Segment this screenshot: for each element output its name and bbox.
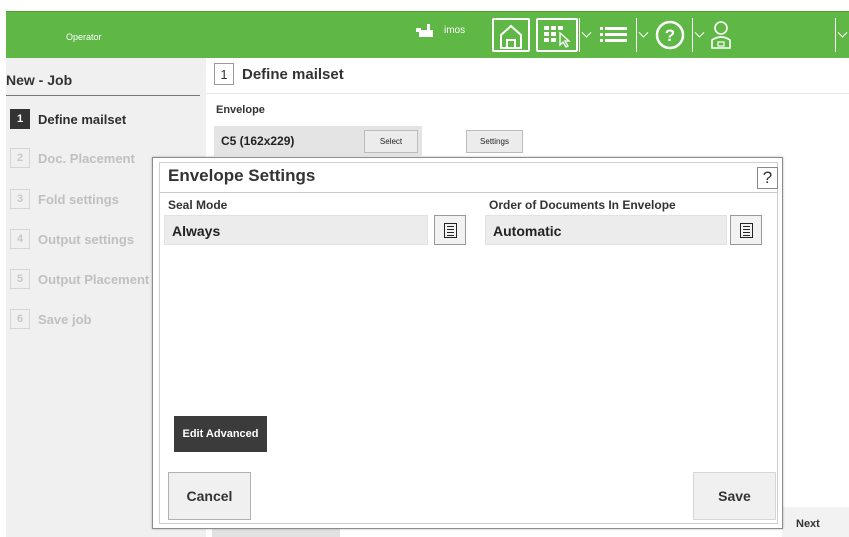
dialog-title: Envelope Settings bbox=[168, 166, 316, 185]
sidebar-step-fold-settings[interactable]: 3 Fold settings bbox=[10, 184, 119, 214]
sidebar-title-text: New - Job bbox=[6, 72, 73, 88]
seal-mode-value: Always bbox=[172, 223, 221, 239]
sidebar-title: New - Job bbox=[6, 72, 200, 96]
order-value: Automatic bbox=[493, 223, 562, 239]
page-title: 1 Define mailset bbox=[214, 63, 344, 85]
step-label: Save job bbox=[38, 311, 92, 327]
divider bbox=[206, 93, 849, 94]
order-label: Order of Documents In Envelope bbox=[489, 198, 676, 212]
envelope-settings-dialog: Envelope Settings ? Seal Mode Always Ord… bbox=[152, 157, 783, 529]
apps-icon bbox=[544, 26, 571, 48]
envelope-settings-button[interactable]: Settings bbox=[466, 130, 523, 153]
edit-advanced-button[interactable]: Edit Advanced bbox=[174, 416, 267, 452]
step-label: Fold settings bbox=[38, 191, 119, 207]
step-label: Define mailset bbox=[38, 111, 127, 127]
seal-mode-list-button[interactable] bbox=[434, 215, 466, 245]
help-button[interactable]: ? bbox=[757, 167, 778, 189]
home-icon bbox=[500, 24, 522, 49]
envelope-value: C5 (162x229) bbox=[221, 134, 295, 148]
save-button[interactable]: Save bbox=[693, 472, 776, 520]
apps-dropdown-button[interactable] bbox=[579, 18, 593, 52]
svg-text:?: ? bbox=[665, 26, 675, 45]
cancel-button[interactable]: Cancel bbox=[168, 472, 251, 520]
page-title-text: Define mailset bbox=[242, 65, 344, 83]
mailbox-icon bbox=[416, 24, 433, 37]
dialog-divider bbox=[160, 192, 777, 193]
seal-mode-label: Seal Mode bbox=[168, 198, 228, 212]
step-number: 1 bbox=[10, 109, 30, 129]
seal-mode-field[interactable]: Always bbox=[164, 215, 428, 245]
step-number: 3 bbox=[10, 189, 30, 209]
list-icon bbox=[739, 222, 753, 238]
bottom-nav-strip bbox=[212, 528, 340, 537]
site-indicator: imos bbox=[416, 22, 465, 38]
step-label: Output Placement bbox=[38, 271, 150, 287]
help-button[interactable]: ? bbox=[652, 18, 688, 52]
list-button[interactable] bbox=[596, 18, 632, 52]
list-icon bbox=[443, 222, 457, 238]
order-field[interactable]: Automatic bbox=[485, 215, 727, 245]
order-list-button[interactable] bbox=[730, 215, 762, 245]
sidebar-step-define-mailset[interactable]: 1 Define mailset bbox=[10, 104, 126, 134]
step-number: 4 bbox=[10, 229, 30, 249]
sidebar-step-doc-placement[interactable]: 2 Doc. Placement bbox=[10, 143, 135, 173]
operator-dropdown-button[interactable] bbox=[835, 18, 849, 52]
step-label: Doc. Placement bbox=[38, 150, 135, 166]
sidebar-step-output-placement[interactable]: 5 Output Placement bbox=[10, 264, 149, 294]
app-window: imos ? Operator New - Job 1 Define mails… bbox=[0, 0, 849, 537]
step-number: 2 bbox=[10, 148, 30, 168]
step-label: Output settings bbox=[38, 231, 135, 247]
site-label: imos bbox=[444, 24, 466, 36]
next-button[interactable]: Next bbox=[796, 518, 820, 530]
dialog-body: Envelope Settings ? Seal Mode Always Ord… bbox=[159, 162, 778, 524]
help-icon: ? bbox=[762, 168, 773, 187]
user-icon bbox=[711, 21, 731, 49]
apps-button[interactable] bbox=[536, 18, 578, 52]
step-number: 6 bbox=[10, 309, 30, 329]
page-step-number: 1 bbox=[214, 63, 234, 85]
list-icon bbox=[600, 27, 627, 42]
sidebar-step-output-settings[interactable]: 4 Output settings bbox=[10, 224, 134, 254]
list-dropdown-button[interactable] bbox=[636, 18, 650, 52]
operator-menu[interactable] bbox=[709, 18, 843, 52]
operator-label: Operator bbox=[66, 32, 102, 42]
help-dropdown-button[interactable] bbox=[692, 18, 706, 52]
home-button[interactable] bbox=[492, 18, 530, 52]
envelope-select-button[interactable]: Select bbox=[364, 130, 418, 153]
sidebar-step-save-job[interactable]: 6 Save job bbox=[10, 304, 91, 334]
envelope-label: Envelope bbox=[216, 104, 265, 116]
help-circle-icon: ? bbox=[655, 20, 685, 50]
step-number: 5 bbox=[10, 269, 30, 289]
top-bar: imos ? Operator bbox=[6, 11, 849, 58]
